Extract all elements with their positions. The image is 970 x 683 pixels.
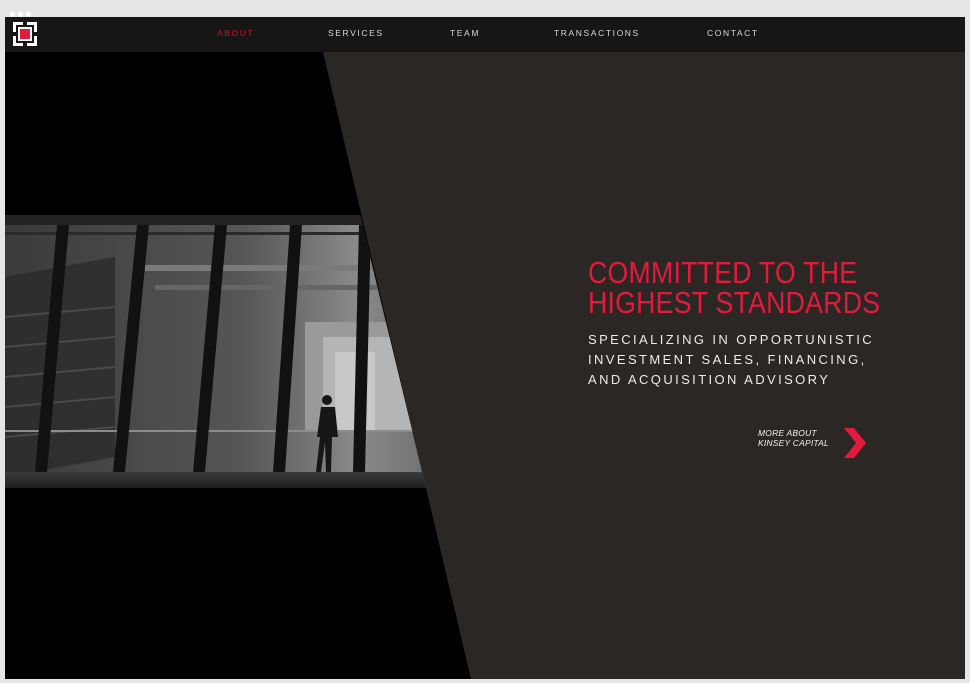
hero-subtitle-line: AND ACQUISITION ADVISORY	[588, 372, 831, 387]
hero-title-line: HIGHEST STANDARDS	[588, 285, 881, 320]
nav-item-about[interactable]: ABOUT	[217, 28, 254, 38]
browser-window: ABOUT SERVICES TEAM TRANSACTIONS CONTACT…	[0, 0, 970, 683]
hero-title: COMMITTED TO THE HIGHEST STANDARDS	[588, 255, 898, 320]
hero-subtitle-line: SPECIALIZING IN OPPORTUNISTIC	[588, 332, 875, 347]
kinsey-capital-logo-icon[interactable]	[13, 22, 37, 46]
hero-subtitle-line: INVESTMENT SALES, FINANCING,	[588, 352, 867, 367]
nav-item-transactions[interactable]: TRANSACTIONS	[554, 28, 640, 38]
nav-item-services[interactable]: SERVICES	[328, 28, 384, 38]
chevron-right-icon[interactable]	[842, 428, 866, 458]
hero-text-block: COMMITTED TO THE HIGHEST STANDARDS SPECI…	[588, 255, 948, 390]
hero-subtitle: SPECIALIZING IN OPPORTUNISTIC INVESTMENT…	[588, 330, 948, 390]
top-navbar: ABOUT SERVICES TEAM TRANSACTIONS CONTACT	[5, 17, 965, 52]
more-about-link[interactable]: MORE ABOUT KINSEY CAPITAL	[758, 428, 868, 458]
window-controls	[10, 4, 34, 17]
page-viewport: ABOUT SERVICES TEAM TRANSACTIONS CONTACT…	[5, 17, 965, 679]
nav-item-contact[interactable]: CONTACT	[707, 28, 759, 38]
nav-item-team[interactable]: TEAM	[450, 28, 480, 38]
hero-title-line: COMMITTED TO THE	[588, 255, 858, 290]
